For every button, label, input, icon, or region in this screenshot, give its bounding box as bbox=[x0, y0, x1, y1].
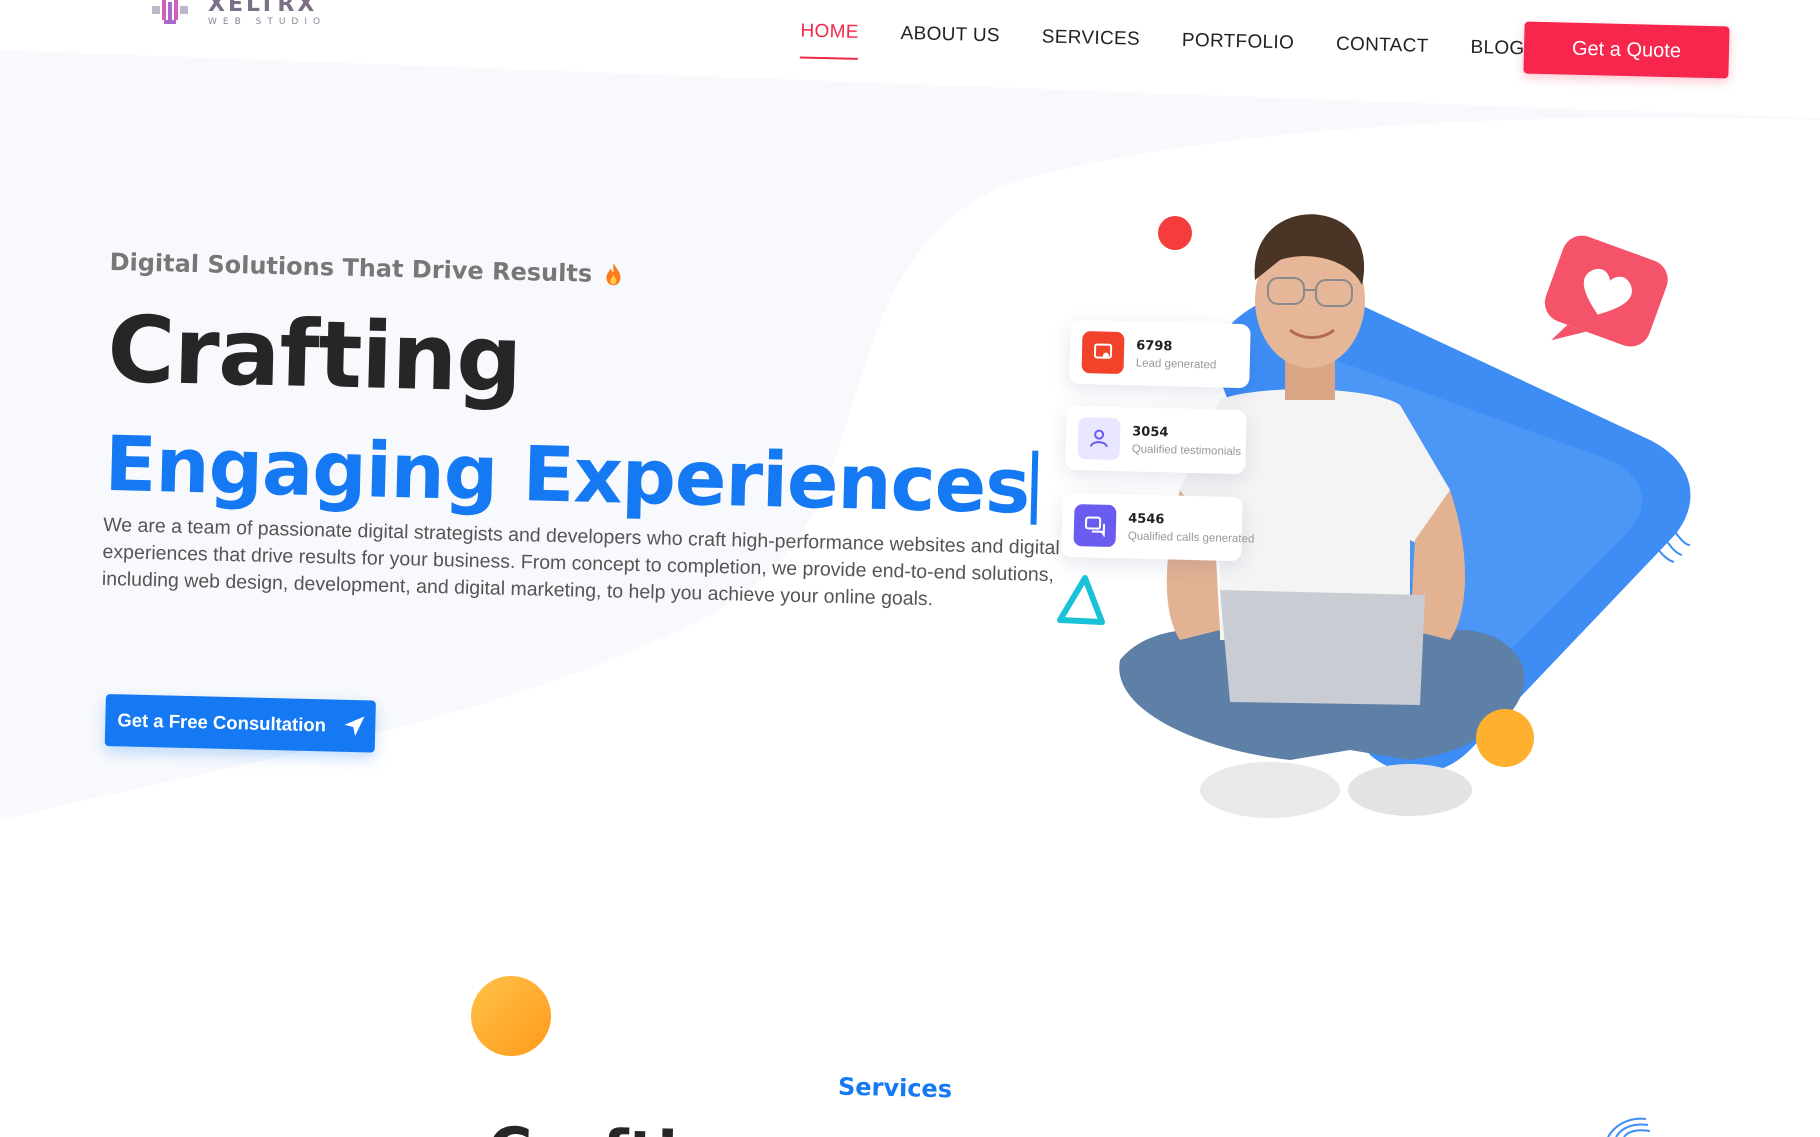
person-shoe-left bbox=[1200, 762, 1340, 818]
site-header: XELTRX WEB STUDIO HOME ABOUT US SERVICES… bbox=[0, 0, 1820, 118]
orange-ball-decoration bbox=[471, 976, 551, 1056]
hero-illustration: 6798 Lead generated 3054 Qualified testi… bbox=[1050, 190, 1750, 870]
typing-caret bbox=[1030, 450, 1039, 525]
heart-bubble-icon bbox=[1544, 235, 1668, 347]
stat-value-calls: 4546 bbox=[1128, 510, 1165, 527]
hero-headline-line2-text: Engaging Experiences bbox=[103, 418, 1031, 531]
red-ball bbox=[1158, 216, 1192, 250]
laptop bbox=[1220, 590, 1425, 705]
wave-lines-bottom-icon bbox=[1607, 1117, 1651, 1137]
users-icon bbox=[1077, 417, 1121, 461]
chat-icon bbox=[1073, 504, 1117, 548]
brand-name: XELTRX bbox=[208, 0, 318, 17]
nav-about-us[interactable]: ABOUT US bbox=[879, 12, 1021, 65]
hero-text: Digital Solutions That Drive Results Cra… bbox=[102, 248, 1080, 617]
nav-services[interactable]: SERVICES bbox=[1020, 16, 1161, 69]
services-section-label: Services bbox=[837, 1072, 953, 1104]
lead-icon bbox=[1081, 331, 1125, 375]
free-consultation-label: Get a Free Consultation bbox=[117, 709, 327, 736]
stat-card-calls: 4546 Qualified calls generated bbox=[1061, 492, 1254, 562]
brand-subtitle: WEB STUDIO bbox=[208, 16, 327, 27]
stat-card-testimonials: 3054 Qualified testimonials bbox=[1065, 405, 1247, 475]
stat-label-leads: Lead generated bbox=[1135, 356, 1217, 371]
stat-card-leads: 6798 Lead generated bbox=[1069, 319, 1251, 389]
person-shoe-right bbox=[1348, 764, 1472, 816]
send-icon bbox=[343, 716, 365, 737]
stat-value-testimonials: 3054 bbox=[1132, 423, 1169, 440]
brand-logo[interactable]: XELTRX WEB STUDIO bbox=[150, 0, 340, 30]
nav-contact[interactable]: CONTACT bbox=[1314, 23, 1450, 76]
hero-headline-line1: Crafting bbox=[106, 295, 523, 414]
hero-headline-line2: Engaging Experiences bbox=[104, 419, 1076, 531]
stat-label-calls: Qualified calls generated bbox=[1127, 529, 1255, 546]
stat-value-leads: 6798 bbox=[1136, 337, 1173, 354]
main-nav: HOME ABOUT US SERVICES PORTFOLIO CONTACT… bbox=[779, 10, 1559, 79]
yellow-ball bbox=[1476, 709, 1534, 767]
stat-label-testimonials: Qualified testimonials bbox=[1131, 442, 1242, 458]
fire-icon bbox=[606, 263, 621, 286]
free-consultation-button[interactable]: Get a Free Consultation bbox=[104, 694, 376, 753]
get-quote-button[interactable]: Get a Quote bbox=[1523, 21, 1730, 79]
nav-portfolio[interactable]: PORTFOLIO bbox=[1160, 19, 1315, 73]
nav-home[interactable]: HOME bbox=[779, 10, 880, 62]
logo-mark-icon bbox=[152, 0, 188, 24]
